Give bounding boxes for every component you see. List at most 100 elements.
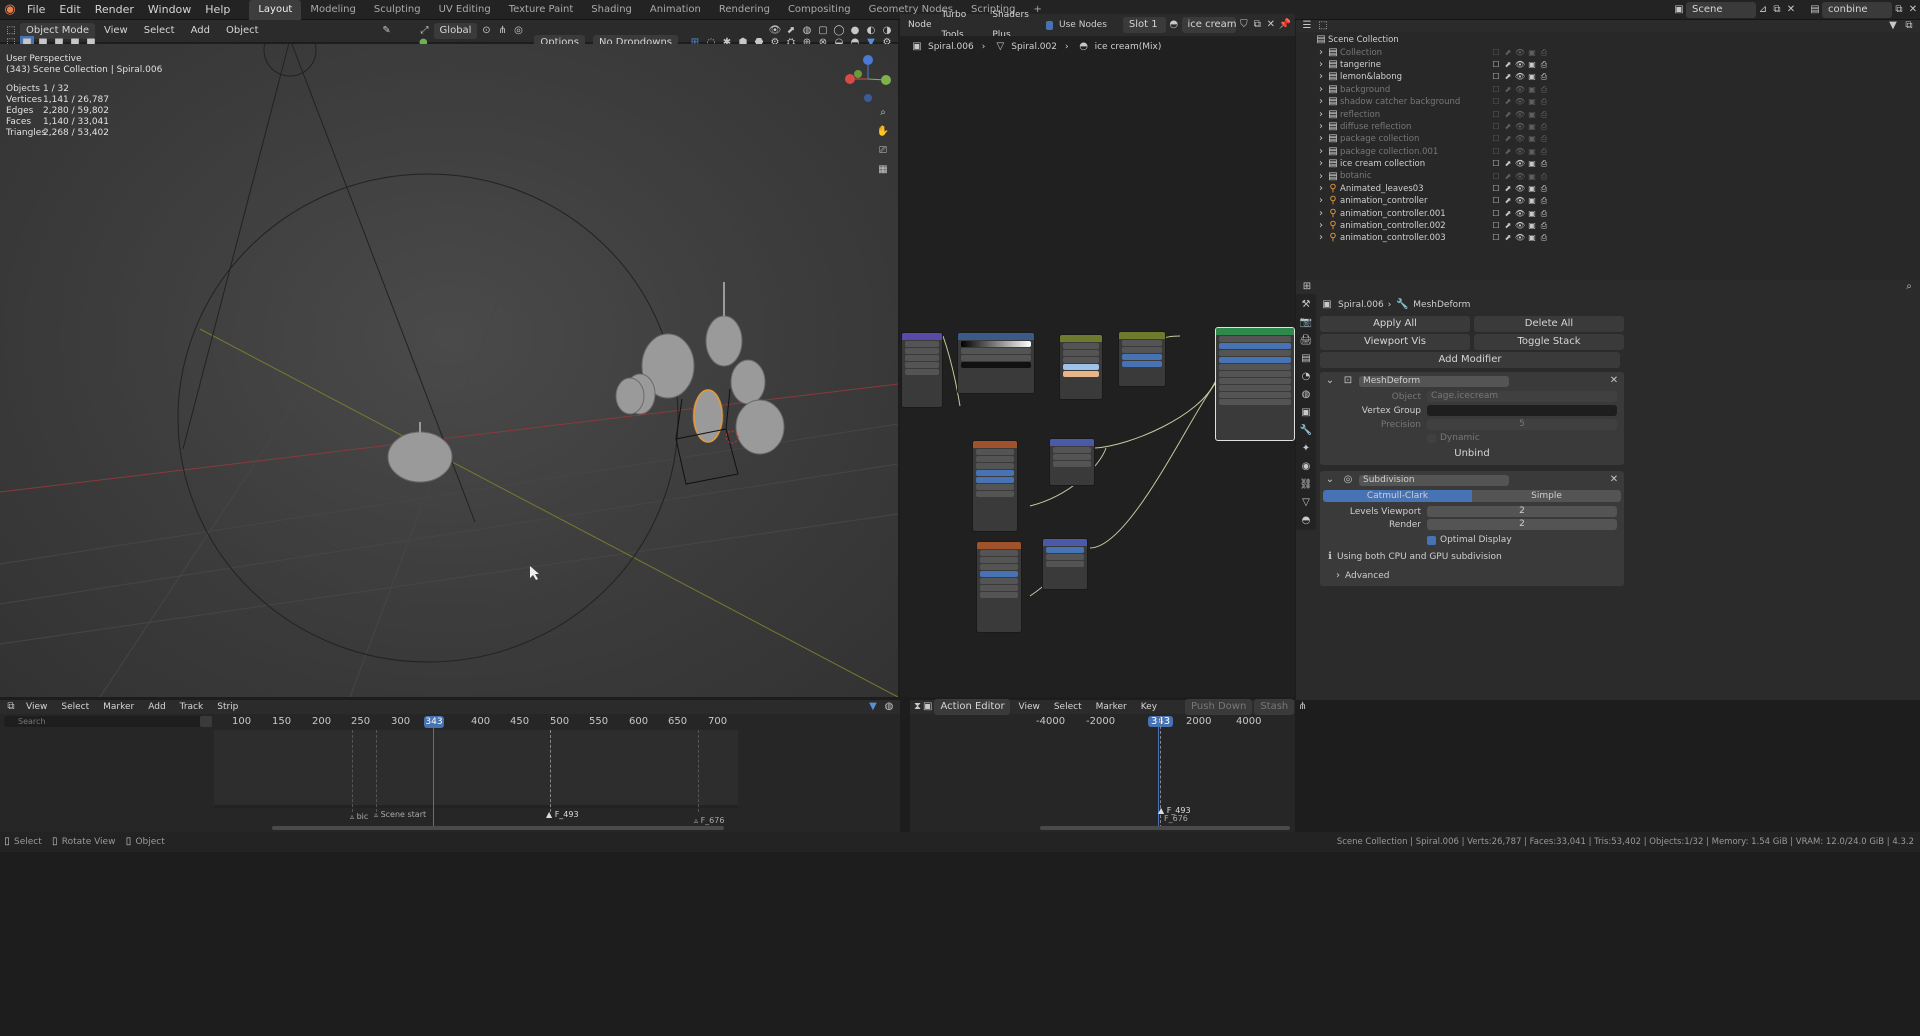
zoom-icon[interactable]: ⌕ xyxy=(876,106,890,120)
outliner-item[interactable]: › ▤ shadow catcher background ☐ ⬈ 👁 ▣ ⎙ xyxy=(1314,96,1920,108)
viewport-toggle-icon[interactable]: ▣ xyxy=(1526,46,1538,60)
action-snap-icon[interactable]: ⋔ xyxy=(1298,700,1306,714)
add-modifier-button[interactable]: Add Modifier xyxy=(1320,352,1620,368)
collapse-subdivision-icon[interactable]: ⌄ xyxy=(1323,473,1337,487)
sequencer-editor[interactable]: ⧉ View Select Marker Add Track Strip ▼ ◍… xyxy=(0,700,900,832)
outliner-editor-icon[interactable]: ☰ xyxy=(1300,19,1314,33)
new-scene-icon[interactable]: ⧉ xyxy=(1770,3,1784,17)
action-editor[interactable]: ⧗ ▣ Action Editor View Select Marker Key… xyxy=(910,697,1307,832)
use-nodes-checkbox[interactable] xyxy=(1045,20,1054,30)
render-tab-icon[interactable]: 📷 xyxy=(1299,316,1313,330)
seq-menu-select[interactable]: Select xyxy=(55,697,95,717)
meshdeform-object-field[interactable]: Cage.icecream xyxy=(1427,391,1617,402)
camera-view-icon[interactable]: ⎚ xyxy=(876,144,890,158)
meshdeform-close-icon[interactable]: ✕ xyxy=(1607,374,1621,388)
output-tab-icon[interactable]: 🖨 xyxy=(1299,334,1313,348)
render-toggle-icon[interactable]: ⎙ xyxy=(1538,46,1550,60)
select-toggle-icon[interactable]: ⬈ xyxy=(1502,231,1514,245)
expand-chevron-icon[interactable]: › xyxy=(1316,231,1326,245)
seq-menu-add[interactable]: Add xyxy=(142,697,171,717)
action-editor-mode-selector[interactable]: Action Editor xyxy=(934,699,1011,715)
sequencer-sync-icon[interactable] xyxy=(200,716,212,727)
apply-all-button[interactable]: Apply All xyxy=(1320,316,1470,332)
viewport-toggle-icon[interactable]: ▣ xyxy=(1526,231,1538,245)
outliner-item[interactable]: › ⚲ animation_controller.001 ☐ ⬈ 👁 ▣ ⎙ xyxy=(1314,207,1920,219)
eye-icon[interactable]: 👁 xyxy=(1514,231,1526,245)
menu-render[interactable]: Render xyxy=(88,0,141,20)
seq-menu-track[interactable]: Track xyxy=(174,697,210,717)
seq-menu-marker[interactable]: Marker xyxy=(97,697,140,717)
seq-filter-icon[interactable]: ▼ xyxy=(866,700,880,714)
sequencer-scrollbar[interactable] xyxy=(272,826,724,830)
node-pin-icon[interactable]: 📌 xyxy=(1279,18,1291,32)
dopesheet-editor-icon[interactable]: ⧗ xyxy=(914,700,921,714)
fake-user-icon[interactable]: ⛉ xyxy=(1238,18,1249,32)
select-toggle-icon[interactable]: ⬈ xyxy=(1502,145,1514,159)
stash-button[interactable]: Stash xyxy=(1254,699,1295,715)
delete-view-layer-icon[interactable]: ✕ xyxy=(1906,3,1920,17)
subdivision-name-field[interactable]: Subdivision xyxy=(1359,474,1509,486)
workspace-tab-modeling[interactable]: Modeling xyxy=(301,0,365,20)
marker-f676[interactable]: ▵ F_676 xyxy=(694,816,724,825)
seq-menu-strip[interactable]: Strip xyxy=(211,697,244,717)
precision-field[interactable]: 5 xyxy=(1427,419,1617,430)
material-tab-icon[interactable]: ◓ xyxy=(1299,514,1313,528)
tool-tab-icon[interactable]: ⚒ xyxy=(1299,298,1313,312)
catmull-clark-button[interactable]: Catmull-Clark xyxy=(1323,490,1472,502)
scene-selector[interactable]: Scene xyxy=(1686,1,1756,18)
advanced-section-label[interactable]: Advanced xyxy=(1345,571,1389,581)
render-toggle-icon[interactable]: ⎙ xyxy=(1538,170,1550,184)
node-bump[interactable] xyxy=(1049,438,1095,486)
select-toggle-icon[interactable]: ⬈ xyxy=(1502,170,1514,184)
outliner-item[interactable]: › ▤ diffuse reflection ☐ ⬈ 👁 ▣ ⎙ xyxy=(1314,121,1920,133)
seq-menu-view[interactable]: View xyxy=(20,697,53,717)
action-menu-select[interactable]: Select xyxy=(1048,697,1088,717)
outliner-filter-icon[interactable]: ▼ xyxy=(1886,19,1900,33)
meshdeform-name-field[interactable]: MeshDeform xyxy=(1359,375,1509,387)
particles-tab-icon[interactable]: ✦ xyxy=(1299,442,1313,456)
outliner-root[interactable]: ▤ Scene Collection xyxy=(1314,34,1920,46)
node-noise-texture[interactable] xyxy=(972,440,1018,532)
outliner-item[interactable]: › ▤ reflection ☐ ⬈ 👁 ▣ ⎙ xyxy=(1314,108,1920,120)
action-scrollbar[interactable] xyxy=(1040,826,1290,830)
slot-selector[interactable]: Slot 1 xyxy=(1122,17,1167,33)
outliner-item[interactable]: › ▤ package collection ☐ ⬈ 👁 ▣ ⎙ xyxy=(1314,133,1920,145)
exclude-checkbox-icon[interactable]: ☐ xyxy=(1490,170,1502,184)
exclude-checkbox-icon[interactable]: ☐ xyxy=(1490,145,1502,159)
seq-overlay-icon[interactable]: ◍ xyxy=(882,700,896,714)
new-view-layer-icon[interactable]: ⧉ xyxy=(1892,3,1906,17)
outliner-item[interactable]: › ▤ package collection.001 ☐ ⬈ 👁 ▣ ⎙ xyxy=(1314,146,1920,158)
workspace-tab-animation[interactable]: Animation xyxy=(641,0,710,20)
outliner-item[interactable]: › ▤ botanic ☐ ⬈ 👁 ▣ ⎙ xyxy=(1314,170,1920,182)
node-hue-saturation[interactable] xyxy=(1118,331,1166,387)
marker-scene-start[interactable]: ▵ Scene start xyxy=(374,810,426,819)
render-toggle-icon[interactable]: ⎙ xyxy=(1538,231,1550,245)
node-menu-node[interactable]: Node xyxy=(904,15,936,35)
world-tab-icon[interactable]: ◍ xyxy=(1299,388,1313,402)
view-layer-tab-icon[interactable]: ▤ xyxy=(1299,352,1313,366)
outliner-item[interactable]: › ⚲ animation_controller ☐ ⬈ 👁 ▣ ⎙ xyxy=(1314,195,1920,207)
modifier-tab-icon[interactable]: 🔧 xyxy=(1299,424,1313,438)
node-color-ramp[interactable] xyxy=(957,332,1035,394)
node-principled-bsdf[interactable] xyxy=(1215,327,1295,441)
menu-file[interactable]: File xyxy=(20,0,52,20)
eye-icon[interactable]: 👁 xyxy=(1514,46,1526,60)
new-collection-icon[interactable]: ⧉ xyxy=(1902,19,1916,33)
viewport-vis-button[interactable]: Viewport Vis xyxy=(1320,334,1470,350)
delete-all-button[interactable]: Delete All xyxy=(1474,316,1624,332)
unbind-button[interactable]: Unbind xyxy=(1323,446,1621,462)
outliner-item[interactable]: › ▤ background ☐ ⬈ 👁 ▣ ⎙ xyxy=(1314,84,1920,96)
outliner-item[interactable]: › ⚲ animation_controller.003 ☐ ⬈ 👁 ▣ ⎙ xyxy=(1314,232,1920,244)
3d-viewport[interactable]: User Perspective (343) Scene Collection … xyxy=(0,44,898,697)
marker-f493[interactable]: ▲ F_493 xyxy=(546,810,579,819)
optimal-display-checkbox[interactable] xyxy=(1427,535,1436,545)
object-tab-icon[interactable]: ▣ xyxy=(1299,406,1313,420)
subdivision-close-icon[interactable]: ✕ xyxy=(1607,473,1621,487)
node-mix[interactable] xyxy=(1059,334,1103,400)
workspace-tab-uv-editing[interactable]: UV Editing xyxy=(430,0,500,20)
render-toggle-icon[interactable]: ⎙ xyxy=(1538,145,1550,159)
action-ruler[interactable]: -4000 -2000 343 2000 4000 xyxy=(910,716,1295,728)
data-tab-icon[interactable]: ▽ xyxy=(1299,496,1313,510)
sequencer-strips-area[interactable] xyxy=(214,730,738,808)
eye-icon[interactable]: 👁 xyxy=(1514,145,1526,159)
